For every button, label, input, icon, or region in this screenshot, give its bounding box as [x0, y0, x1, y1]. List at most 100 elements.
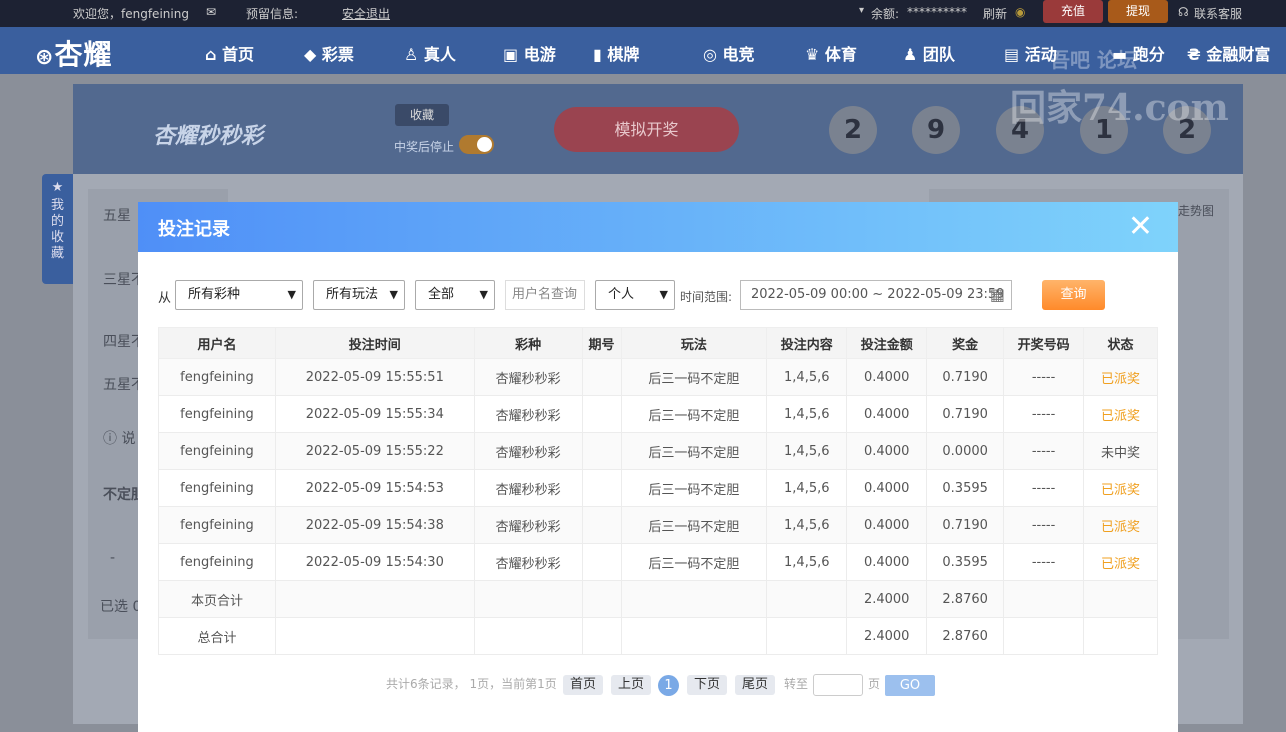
headset-icon[interactable]: ☊ — [1178, 5, 1189, 19]
grand-total-row: 总合计 2.4000 2.8760 — [158, 617, 1158, 655]
nav-item-team[interactable]: ♟ 团队 — [903, 41, 955, 65]
stop-on-win-toggle[interactable] — [459, 135, 494, 154]
modal-title: 投注记录 — [158, 219, 230, 240]
username-search-input[interactable]: 用户名查询 — [505, 280, 585, 310]
logout-link[interactable]: 安全退出 — [342, 5, 390, 22]
cell-lottery: 杏耀秒秒彩 — [473, 543, 583, 581]
total-cell — [1083, 617, 1158, 655]
cell-play: 后三一码不定胆 — [620, 395, 768, 433]
cell-time: 2022-05-09 15:55:34 — [274, 395, 475, 433]
cell-prize: 0.0000 — [926, 432, 1005, 470]
nav-item-slots[interactable]: ▣ 电游 — [503, 41, 556, 65]
from-label: 从 — [158, 291, 172, 306]
cell-prize: 0.3595 — [926, 469, 1005, 507]
go-button[interactable]: GO — [885, 675, 935, 696]
eye-icon[interactable]: ◉ — [1015, 5, 1025, 19]
column-header: 玩法 — [620, 327, 768, 359]
cell-lottery: 杏耀秒秒彩 — [473, 432, 583, 470]
nav-item-esports[interactable]: ◎ 电竞 — [703, 41, 755, 65]
cell-prize: 0.7190 — [926, 506, 1005, 544]
total-cell: 2.4000 — [846, 617, 928, 655]
logo[interactable]: ⊛杏耀 — [35, 33, 112, 73]
refresh-link[interactable]: 刷新 — [983, 5, 1007, 22]
stop-on-win-label: 中奖后停止 — [394, 140, 455, 154]
time-range-label: 时间范围: — [680, 290, 733, 304]
cell-user: fengfeining — [158, 506, 276, 544]
nav-item-home[interactable]: ⌂ 首页 — [205, 41, 254, 65]
balance-value: ********** — [907, 5, 967, 19]
cell-status: 已派奖 — [1083, 469, 1158, 507]
nav-item-events[interactable]: ▤ 活动 — [1004, 41, 1057, 65]
cell-issue — [581, 432, 622, 470]
total-cell — [1003, 617, 1085, 655]
cell-issue — [581, 506, 622, 544]
cell-lottery: 杏耀秒秒彩 — [473, 506, 583, 544]
lottery-select[interactable]: 所有彩种 ▼ — [175, 280, 303, 310]
cell-prize: 0.7190 — [926, 358, 1005, 396]
table-header-row: 用户名 投注时间 彩种 期号 玩法 投注内容 投注金额 奖金 开奖号码 状态 — [158, 327, 1158, 359]
cell-user: fengfeining — [158, 432, 276, 470]
last-page-button[interactable]: 尾页 — [735, 675, 775, 695]
side-favorites-tab[interactable]: ★ 我的收藏 — [42, 174, 73, 284]
prev-page-button[interactable]: 上页 — [611, 675, 651, 695]
first-page-button[interactable]: 首页 — [563, 675, 603, 695]
column-header: 彩种 — [473, 327, 583, 359]
modal-header: 投注记录 ✕ — [138, 202, 1178, 252]
selected-count: 已选 0 — [100, 599, 142, 615]
tab-five-star[interactable]: 五星 — [103, 205, 131, 225]
nav-item-cards[interactable]: ▮ 棋牌 — [593, 41, 639, 65]
total-cell — [766, 617, 848, 655]
withdraw-button[interactable]: 提现 — [1108, 0, 1168, 23]
total-cell — [274, 617, 475, 655]
cell-play: 后三一码不定胆 — [620, 469, 768, 507]
column-header: 用户名 — [158, 327, 276, 359]
support-link[interactable]: 联系客服 — [1194, 5, 1242, 22]
total-cell: 2.8760 — [926, 617, 1005, 655]
next-page-button[interactable]: 下页 — [687, 675, 727, 695]
cell-play: 后三一码不定胆 — [620, 358, 768, 396]
cell-status: 已派奖 — [1083, 395, 1158, 433]
time-range-input[interactable]: 2022-05-09 00:00 ~ 2022-05-09 23:59 ▦ — [740, 280, 1012, 310]
nav-item-sports[interactable]: ♛ 体育 — [805, 41, 857, 65]
column-header: 投注时间 — [274, 327, 475, 359]
total-cell — [274, 580, 475, 618]
welcome-text: 欢迎您，fengfeining — [73, 7, 189, 21]
column-header: 投注内容 — [766, 327, 848, 359]
total-cell — [620, 617, 768, 655]
info-text: ⓘ 说 — [103, 431, 136, 447]
nav-item-live[interactable]: ♙ 真人 — [404, 41, 456, 65]
calendar-icon[interactable]: ▦ — [990, 281, 1005, 309]
cell-user: fengfeining — [158, 395, 276, 433]
nav-item-lottery[interactable]: ◆ 彩票 — [304, 41, 354, 65]
cell-draw: ----- — [1003, 358, 1085, 396]
chevron-down-icon[interactable]: ▾ — [859, 5, 864, 16]
watermark: 吾吧 论坛 回家74.com — [1010, 48, 1229, 129]
goto-label: 转至 — [784, 677, 809, 691]
cell-time: 2022-05-09 15:54:38 — [274, 506, 475, 544]
recharge-button[interactable]: 充值 — [1043, 0, 1103, 23]
play-select[interactable]: 所有玩法 ▼ — [313, 280, 405, 310]
cell-amount: 0.4000 — [846, 358, 928, 396]
close-icon[interactable]: ✕ — [1128, 210, 1153, 244]
multiplier-minus[interactable]: - — [110, 550, 115, 566]
cell-content: 1,4,5,6 — [766, 432, 848, 470]
query-button[interactable]: 查询 — [1042, 280, 1105, 310]
cell-content: 1,4,5,6 — [766, 543, 848, 581]
total-cell — [581, 617, 622, 655]
bet-records-table: 用户名 投注时间 彩种 期号 玩法 投注内容 投注金额 奖金 开奖号码 状态 f… — [158, 327, 1158, 655]
cell-draw: ----- — [1003, 432, 1085, 470]
column-header: 期号 — [581, 327, 622, 359]
favorite-button[interactable]: 收藏 — [395, 104, 449, 126]
status-select[interactable]: 全部 ▼ — [415, 280, 495, 310]
cell-play: 后三一码不定胆 — [620, 543, 768, 581]
goto-page-input[interactable] — [813, 674, 863, 696]
mail-icon[interactable]: ✉ — [206, 5, 216, 19]
chevron-down-icon: ▼ — [287, 288, 296, 301]
trend-chart-link[interactable]: 走势图 — [1178, 202, 1214, 219]
simulate-draw-button[interactable]: 模拟开奖 — [554, 107, 739, 152]
cell-draw: ----- — [1003, 506, 1085, 544]
total-cell: 2.8760 — [926, 580, 1005, 618]
cell-status: 未中奖 — [1083, 432, 1158, 470]
current-page[interactable]: 1 — [658, 675, 679, 696]
scope-select[interactable]: 个人 ▼ — [595, 280, 675, 310]
